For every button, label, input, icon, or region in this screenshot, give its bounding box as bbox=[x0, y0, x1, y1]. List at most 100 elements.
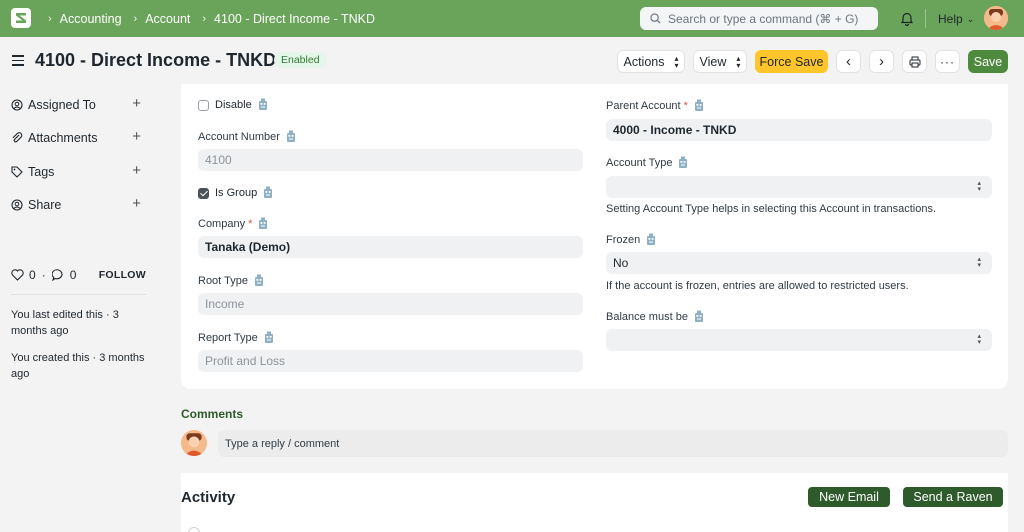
company-field[interactable]: Tanaka (Demo) bbox=[198, 236, 583, 258]
menu-icon[interactable] bbox=[12, 55, 24, 66]
plus-icon[interactable]: + bbox=[132, 95, 141, 112]
sidebar-item-label: Share bbox=[28, 198, 62, 212]
chevron-down-icon: ⌄ bbox=[966, 13, 975, 24]
robot-icon bbox=[679, 156, 688, 168]
sidebar-item-attachments[interactable]: Attachments + bbox=[11, 128, 146, 148]
report-type-field[interactable]: Profit and Loss bbox=[198, 350, 583, 372]
view-label: View bbox=[699, 54, 727, 69]
chevron-right-icon: › bbox=[879, 53, 884, 70]
robot-icon bbox=[694, 310, 703, 322]
parent-account-field[interactable]: 4000 - Income - TNKD bbox=[606, 119, 992, 141]
comment-input[interactable]: Type a reply / comment bbox=[218, 430, 1008, 457]
account-type-select[interactable]: ▴ ▾ bbox=[606, 176, 992, 198]
send-raven-button[interactable]: Send a Raven bbox=[903, 487, 1003, 507]
comments-count: 0 bbox=[69, 268, 77, 282]
previous-button[interactable]: ‹ bbox=[836, 50, 861, 73]
new-email-button[interactable]: New Email bbox=[808, 487, 890, 507]
balance-must-be-select[interactable]: ▴ ▾ bbox=[606, 329, 992, 351]
account-type-label-text: Account Type bbox=[606, 156, 673, 169]
chevron-right-icon: › bbox=[202, 12, 207, 25]
robot-icon bbox=[264, 331, 273, 343]
disable-checkbox[interactable] bbox=[198, 100, 209, 111]
tag-icon bbox=[11, 166, 25, 178]
chevron-left-icon: ‹ bbox=[846, 53, 851, 70]
plus-icon[interactable]: + bbox=[132, 128, 141, 145]
chevron-right-icon: › bbox=[133, 12, 138, 25]
sidebar-item-assigned-to[interactable]: Assigned To + bbox=[11, 95, 146, 115]
timeline-dot bbox=[188, 527, 200, 532]
actions-label: Actions bbox=[623, 54, 665, 69]
frozen-select[interactable]: No ▴ ▾ bbox=[606, 252, 992, 274]
sidebar-item-label: Attachments bbox=[28, 131, 98, 145]
account-type-help: Setting Account Type helps in selecting … bbox=[606, 203, 936, 215]
page-head: 4100 - Direct Income - TNKD Enabled Acti… bbox=[0, 37, 1024, 84]
printer-icon bbox=[909, 56, 920, 67]
comment-placeholder: Type a reply / comment bbox=[225, 437, 340, 450]
plus-icon[interactable]: + bbox=[132, 195, 141, 212]
heart-icon[interactable] bbox=[11, 269, 24, 281]
last-edited-text: You last edited this · 3 months ago bbox=[11, 309, 119, 337]
likes-count: 0 bbox=[29, 268, 36, 282]
sidebar-item-share[interactable]: Share + bbox=[11, 195, 146, 215]
page-title: 4100 - Direct Income - TNKD bbox=[35, 50, 277, 70]
report-type-label: Report Type bbox=[198, 331, 274, 344]
robot-icon bbox=[254, 274, 263, 286]
breadcrumb-accounting[interactable]: Accounting bbox=[60, 12, 122, 26]
robot-icon bbox=[258, 98, 267, 110]
is-group-label-text: Is Group bbox=[215, 186, 258, 199]
created-text: You created this · 3 months ago bbox=[11, 352, 145, 380]
company-label-text: Company bbox=[198, 217, 246, 230]
form-card: Disable Account Number 4100 Is Group Com… bbox=[181, 84, 1008, 389]
is-group-label: Is Group bbox=[215, 186, 273, 199]
activity-section: Activity New Email Send a Raven bbox=[181, 473, 1008, 532]
frozen-value: No bbox=[613, 256, 629, 270]
comment-icon[interactable] bbox=[51, 269, 65, 281]
robot-icon bbox=[259, 217, 268, 229]
disable-label-text: Disable bbox=[215, 98, 252, 111]
actions-button[interactable]: Actions ▴ ▾ bbox=[617, 50, 685, 73]
follow-button[interactable]: FOLLOW bbox=[99, 269, 146, 281]
chevron-updown-icon: ▴ ▾ bbox=[977, 256, 981, 269]
chevron-updown-icon: ▴ ▾ bbox=[977, 333, 981, 346]
breadcrumb-current[interactable]: 4100 - Direct Income - TNKD bbox=[214, 12, 375, 26]
print-button[interactable] bbox=[902, 50, 927, 73]
search-icon bbox=[650, 13, 661, 24]
balance-must-be-label: Balance must be bbox=[606, 310, 704, 323]
required-marker: * bbox=[248, 217, 253, 230]
account-type-label: Account Type bbox=[606, 156, 688, 169]
force-save-button[interactable]: Force Save bbox=[755, 50, 828, 73]
parent-account-label-text: Parent Account bbox=[606, 99, 681, 112]
chevron-updown-icon: ▴ ▾ bbox=[977, 180, 981, 193]
app-logo-icon[interactable] bbox=[11, 8, 31, 28]
comments-title: Comments bbox=[181, 407, 244, 421]
help-menu[interactable]: Help ⌄ bbox=[938, 12, 974, 26]
report-type-label-text: Report Type bbox=[198, 331, 258, 344]
more-button[interactable]: ··· bbox=[935, 50, 960, 73]
root-type-label-text: Root Type bbox=[198, 274, 248, 287]
help-label: Help bbox=[938, 12, 963, 26]
is-group-checkbox[interactable] bbox=[198, 188, 209, 199]
balance-label-text: Balance must be bbox=[606, 310, 688, 323]
breadcrumb-account[interactable]: Account bbox=[145, 12, 190, 26]
root-type-field[interactable]: Income bbox=[198, 293, 583, 315]
account-number-field[interactable]: 4100 bbox=[198, 149, 583, 171]
frozen-help: If the account is frozen, entries are al… bbox=[606, 280, 909, 292]
chevron-updown-icon: ▴ ▾ bbox=[674, 53, 679, 70]
save-button[interactable]: Save bbox=[968, 50, 1008, 73]
sidebar-item-tags[interactable]: Tags + bbox=[11, 162, 146, 182]
activity-title: Activity bbox=[181, 489, 236, 506]
view-button[interactable]: View ▴ ▾ bbox=[693, 50, 747, 73]
robot-icon bbox=[264, 186, 273, 198]
search-input[interactable]: Search or type a command (⌘ + G) bbox=[640, 7, 878, 30]
user-avatar[interactable] bbox=[984, 6, 1008, 30]
share-icon bbox=[11, 199, 25, 211]
paperclip-icon bbox=[11, 132, 25, 144]
disable-label: Disable bbox=[215, 98, 268, 111]
root-type-label: Root Type bbox=[198, 274, 264, 287]
bell-icon[interactable] bbox=[900, 11, 914, 26]
robot-icon bbox=[694, 99, 703, 111]
account-number-label: Account Number bbox=[198, 130, 296, 143]
robot-icon bbox=[286, 130, 295, 142]
plus-icon[interactable]: + bbox=[132, 162, 141, 179]
next-button[interactable]: › bbox=[869, 50, 894, 73]
